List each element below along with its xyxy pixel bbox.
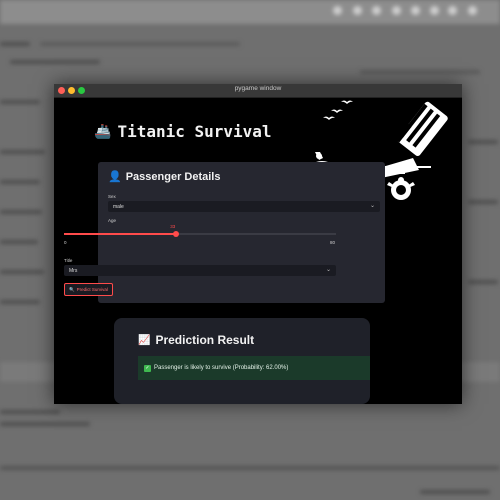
age-slider-value: 33 [170,224,176,229]
age-slider-max: 80 [330,240,336,245]
window-titlebar[interactable]: pygame window [54,84,462,98]
age-slider[interactable]: 33 [64,224,336,237]
prediction-result-title: 📈 Prediction Result [138,333,255,347]
app-title-text: Titanic Survival [117,122,272,141]
chevron-down-icon: ⌄ [325,267,331,273]
prediction-message: ✓ Passenger is likely to survive (Probab… [138,356,370,380]
title-select[interactable]: Mrs ⌄ [64,265,336,276]
age-label: Age [108,218,117,223]
chart-icon: 📈 [138,334,151,346]
sex-select-value: male [113,203,124,210]
pygame-window: pygame window 🚢 Titanic Survival 👤 Passe… [54,84,462,404]
seagull-icon [341,100,353,104]
seagull-icon [331,109,343,113]
sex-label: Sex [108,194,116,199]
ship-icon: 🚢 [94,123,112,140]
age-slider-fill [64,233,177,235]
app-title: 🚢 Titanic Survival [94,122,272,141]
prediction-result-card: 📈 Prediction Result ✓ Passenger is likel… [114,318,370,404]
passenger-details-title: 👤 Passenger Details [108,170,221,184]
seagull-icon [323,116,335,120]
magnifier-icon: 🔍 [69,286,75,292]
predict-survival-button[interactable]: 🔍 Predict Survival [64,283,113,296]
window-title: pygame window [234,85,282,92]
age-slider-min: 0 [64,240,67,245]
check-icon: ✓ [144,364,151,372]
title-label: Title [64,258,73,263]
sex-select[interactable]: male ⌄ [108,201,380,212]
person-icon: 👤 [108,171,122,183]
chevron-down-icon: ⌄ [369,203,375,209]
title-select-value: Mrs [69,267,78,274]
